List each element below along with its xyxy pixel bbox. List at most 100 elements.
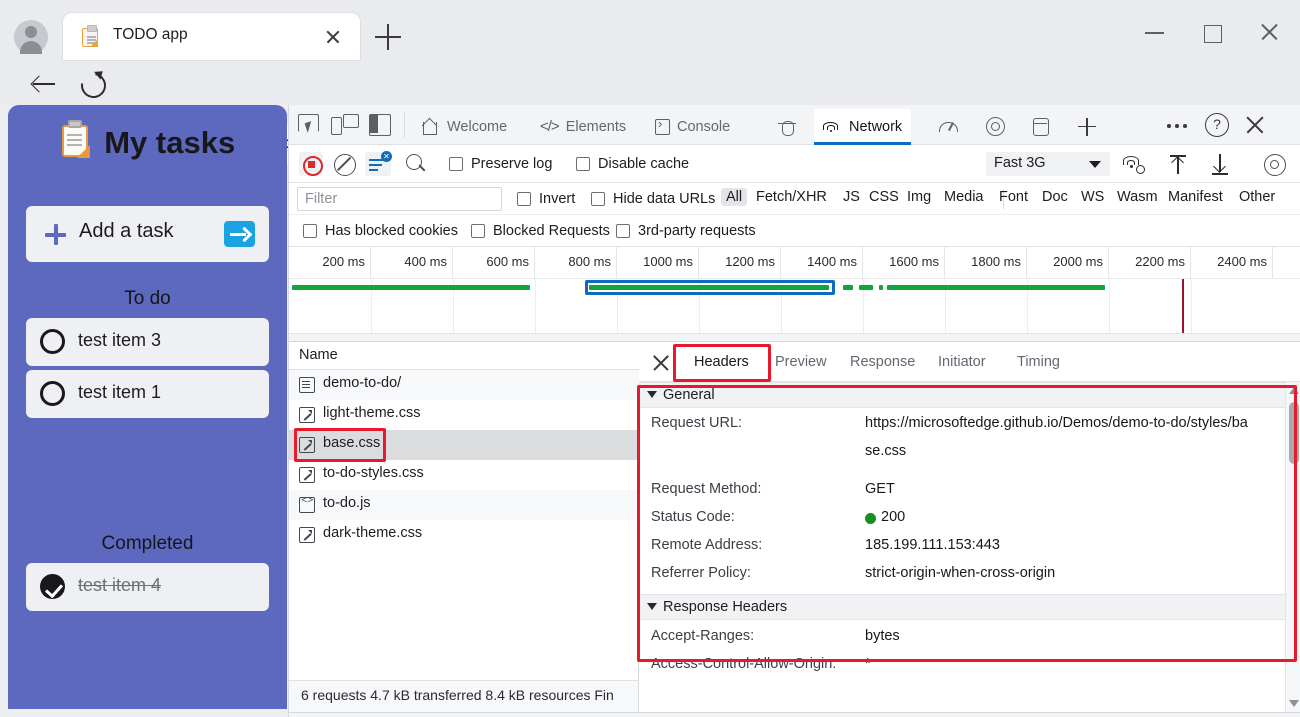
detail-value: 185.199.111.153:443	[865, 537, 1000, 553]
filter-type-css[interactable]: CSS	[864, 188, 904, 206]
filter-type-font[interactable]: Font	[994, 188, 1033, 206]
waterfall-bar	[879, 285, 883, 290]
devtools-more-icon[interactable]	[1166, 117, 1190, 133]
document-icon	[299, 377, 315, 393]
filter-type-wasm[interactable]: Wasm	[1112, 188, 1163, 206]
tab-initiator[interactable]: Initiator	[930, 351, 994, 373]
tab-timing[interactable]: Timing	[1009, 351, 1068, 373]
tab-response[interactable]: Response	[842, 351, 923, 373]
browser-tab[interactable]: TODO app	[63, 13, 360, 60]
detail-key: Access-Control-Allow-Origin:	[651, 656, 837, 672]
third-party-requests-label[interactable]: 3rd-party requests	[638, 223, 756, 239]
disable-cache-label[interactable]: Disable cache	[598, 156, 689, 172]
device-toolbar-icon[interactable]	[331, 114, 359, 136]
tab-sources[interactable]	[769, 109, 805, 144]
checkbox-circle-icon[interactable]	[40, 329, 65, 354]
invert-label[interactable]: Invert	[539, 191, 575, 207]
request-list-header[interactable]: Name	[289, 342, 639, 370]
hide-data-urls-label[interactable]: Hide data URLs	[613, 191, 715, 207]
filter-type-fetchxhr[interactable]: Fetch/XHR	[751, 188, 832, 206]
profile-avatar[interactable]	[14, 20, 48, 54]
network-conditions-icon[interactable]	[1123, 154, 1145, 174]
dock-panel-icon[interactable]	[369, 114, 391, 136]
export-har-icon[interactable]	[1209, 153, 1231, 175]
preserve-log-label[interactable]: Preserve log	[471, 156, 552, 172]
table-row[interactable]: demo-to-do/	[289, 370, 639, 400]
add-task-button[interactable]: Add a task	[26, 206, 269, 262]
list-item[interactable]: test item 3	[26, 318, 269, 366]
plus-icon	[1078, 117, 1096, 136]
tab-performance[interactable]	[929, 109, 967, 144]
back-icon[interactable]	[29, 69, 59, 99]
filter-type-other[interactable]: Other	[1234, 188, 1280, 206]
detail-scrollbar[interactable]	[1285, 382, 1300, 712]
timeline-scrollbar[interactable]	[289, 333, 1300, 341]
devtools-close-icon[interactable]	[1244, 114, 1266, 136]
filter-type-js[interactable]: JS	[838, 188, 865, 206]
throttling-select[interactable]: Fast 3G	[986, 152, 1110, 176]
invert-checkbox[interactable]	[517, 192, 531, 206]
minimize-button[interactable]	[1133, 15, 1177, 49]
stylesheet-icon	[299, 437, 315, 453]
table-row[interactable]: to-do.js	[289, 490, 639, 520]
filter-type-img[interactable]: Img	[902, 188, 936, 206]
new-tab-button[interactable]	[375, 24, 401, 50]
filter-type-manifest[interactable]: Manifest	[1163, 188, 1228, 206]
maximize-button[interactable]	[1191, 15, 1235, 49]
submit-arrow-icon[interactable]	[224, 221, 255, 247]
filter-type-all[interactable]: All	[721, 188, 748, 206]
table-row[interactable]: light-theme.css	[289, 400, 639, 430]
clear-icon[interactable]	[332, 152, 356, 176]
blocked-requests-checkbox[interactable]	[471, 224, 485, 238]
filter-input[interactable]: Filter	[297, 187, 502, 211]
list-item[interactable]: test item 1	[26, 370, 269, 418]
search-icon[interactable]	[405, 153, 427, 175]
import-har-icon[interactable]	[1167, 153, 1189, 175]
add-panel-button[interactable]	[1069, 109, 1105, 144]
settings-gear-icon[interactable]	[1263, 153, 1286, 176]
window-close-button[interactable]	[1248, 15, 1292, 49]
section-response-headers[interactable]: Response Headers	[639, 594, 1300, 620]
tab-strip: TODO app	[0, 0, 1300, 62]
tab-application[interactable]	[1024, 109, 1058, 144]
section-general[interactable]: General	[639, 382, 1300, 408]
tab-console[interactable]: Console	[646, 109, 739, 144]
network-timeline-overview[interactable]: 200 ms 400 ms 600 ms 800 ms 1000 ms 1200…	[289, 247, 1300, 342]
filter-type-doc[interactable]: Doc	[1037, 188, 1073, 206]
scroll-down-icon[interactable]	[1289, 700, 1299, 707]
third-party-requests-checkbox[interactable]	[616, 224, 630, 238]
table-row[interactable]: to-do-styles.css	[289, 460, 639, 490]
list-item[interactable]: test item 4	[26, 563, 269, 611]
has-blocked-cookies-checkbox[interactable]	[303, 224, 317, 238]
tab-memory[interactable]	[977, 109, 1014, 144]
hide-data-urls-checkbox[interactable]	[591, 192, 605, 206]
scrollbar-thumb[interactable]	[1289, 402, 1299, 464]
inspect-element-icon[interactable]	[297, 114, 321, 136]
checkmark-circle-icon[interactable]	[40, 574, 65, 599]
has-blocked-cookies-label[interactable]: Has blocked cookies	[325, 223, 458, 239]
record-icon[interactable]	[299, 152, 323, 176]
help-icon[interactable]: ?	[1205, 113, 1229, 137]
checkbox-circle-icon[interactable]	[40, 381, 65, 406]
detail-key: Status Code:	[651, 509, 735, 525]
close-detail-icon[interactable]	[651, 353, 671, 373]
application-icon	[1033, 117, 1049, 136]
disable-cache-checkbox[interactable]	[576, 157, 590, 171]
filter-type-ws[interactable]: WS	[1076, 188, 1109, 206]
scroll-up-icon[interactable]	[1289, 387, 1299, 394]
timeline-selection[interactable]	[585, 280, 835, 295]
reload-icon[interactable]	[77, 69, 107, 99]
tab-welcome[interactable]: Welcome	[414, 109, 516, 144]
preserve-log-checkbox[interactable]	[449, 157, 463, 171]
tab-headers[interactable]: Headers	[686, 351, 757, 373]
blocked-requests-label[interactable]: Blocked Requests	[493, 223, 610, 239]
filter-type-media[interactable]: Media	[939, 188, 989, 206]
table-row[interactable]: dark-theme.css	[289, 520, 639, 550]
tab-preview[interactable]: Preview	[767, 351, 835, 373]
detail-key: Remote Address:	[651, 537, 763, 553]
tab-elements[interactable]: </> Elements	[531, 109, 635, 144]
table-row[interactable]: base.css	[289, 430, 639, 460]
close-icon[interactable]	[322, 26, 344, 48]
tab-network[interactable]: Network	[814, 109, 912, 145]
filter-icon[interactable]: ✕	[365, 151, 392, 176]
